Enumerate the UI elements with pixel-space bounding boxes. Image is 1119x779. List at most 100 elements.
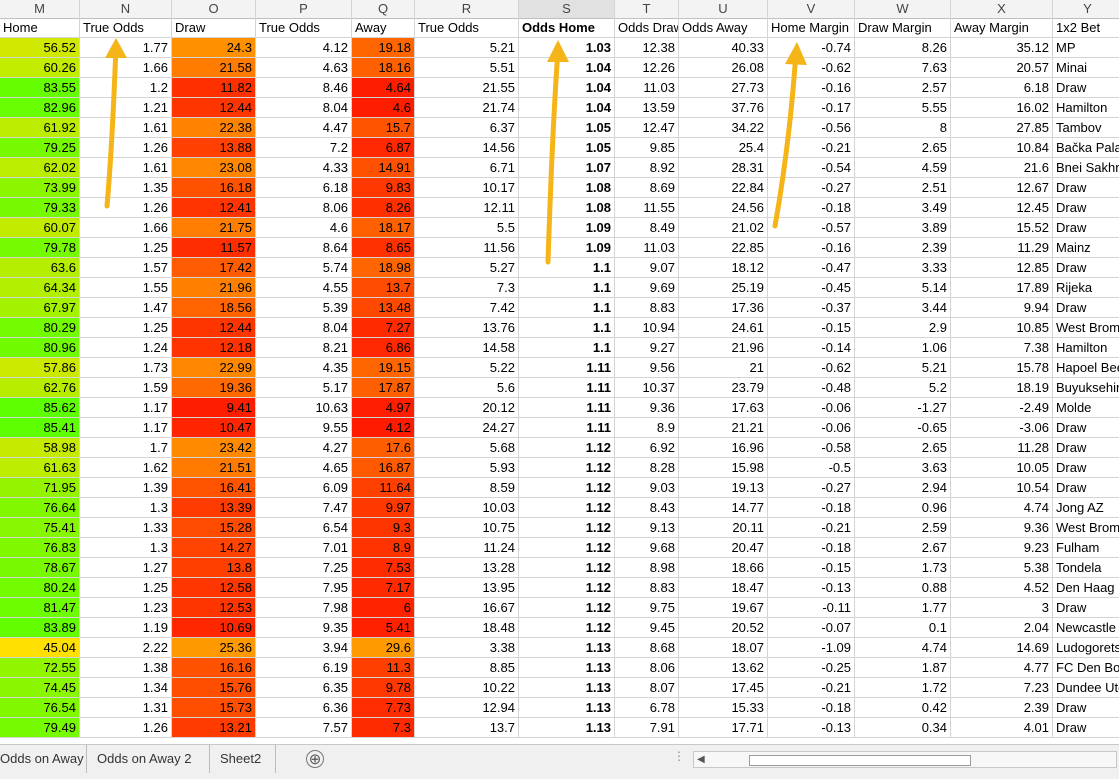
table-cell[interactable]: 9.55 [256, 418, 352, 438]
table-cell[interactable]: 1.12 [519, 578, 615, 598]
table-cell[interactable]: 73.99 [0, 178, 80, 198]
table-cell[interactable]: -0.18 [768, 698, 855, 718]
table-cell[interactable]: 7.27 [352, 318, 415, 338]
table-cell[interactable]: 9.3 [352, 518, 415, 538]
table-cell[interactable]: 6.19 [256, 658, 352, 678]
table-cell[interactable]: 23.79 [679, 378, 768, 398]
table-cell[interactable]: West Brom [1053, 518, 1119, 538]
table-cell[interactable]: 9.13 [615, 518, 679, 538]
table-cell[interactable]: 1.66 [80, 218, 172, 238]
table-cell[interactable]: 13.62 [679, 658, 768, 678]
table-cell[interactable]: 67.97 [0, 298, 80, 318]
table-cell[interactable]: 1.13 [519, 678, 615, 698]
table-cell[interactable]: 8.9 [615, 418, 679, 438]
table-cell[interactable]: Draw [1053, 478, 1119, 498]
table-cell[interactable]: 16.67 [415, 598, 519, 618]
header-cell[interactable]: Away Margin [951, 18, 1053, 38]
table-cell[interactable]: Bnei Sakhnin [1053, 158, 1119, 178]
table-cell[interactable]: 15.73 [172, 698, 256, 718]
table-cell[interactable]: 34.22 [679, 118, 768, 138]
table-cell[interactable]: 24.56 [679, 198, 768, 218]
table-cell[interactable]: 1.47 [80, 298, 172, 318]
table-cell[interactable]: -1.27 [855, 398, 951, 418]
table-cell[interactable]: 6.09 [256, 478, 352, 498]
table-cell[interactable]: 1.24 [80, 338, 172, 358]
table-cell[interactable]: 62.76 [0, 378, 80, 398]
table-cell[interactable]: 8.26 [855, 38, 951, 58]
table-cell[interactable]: 12.85 [951, 258, 1053, 278]
table-cell[interactable]: 24.3 [172, 38, 256, 58]
table-cell[interactable]: 9.27 [615, 338, 679, 358]
table-cell[interactable]: 1.13 [519, 698, 615, 718]
table-cell[interactable]: Buyuksehir [1053, 378, 1119, 398]
table-cell[interactable]: 3.33 [855, 258, 951, 278]
table-cell[interactable]: 7.3 [415, 278, 519, 298]
table-cell[interactable]: Draw [1053, 218, 1119, 238]
column-letter-s[interactable]: S [519, 0, 615, 18]
table-cell[interactable]: 29.6 [352, 638, 415, 658]
table-cell[interactable]: 1.13 [519, 638, 615, 658]
table-cell[interactable]: 15.7 [352, 118, 415, 138]
table-cell[interactable]: 74.45 [0, 678, 80, 698]
table-cell[interactable]: 6.86 [352, 338, 415, 358]
table-cell[interactable]: 1.06 [855, 338, 951, 358]
table-cell[interactable]: 75.41 [0, 518, 80, 538]
table-cell[interactable]: 21.51 [172, 458, 256, 478]
table-cell[interactable]: 1.1 [519, 298, 615, 318]
table-cell[interactable]: 10.69 [172, 618, 256, 638]
table-cell[interactable]: 1.31 [80, 698, 172, 718]
table-cell[interactable]: 11.3 [352, 658, 415, 678]
table-cell[interactable]: 14.69 [951, 638, 1053, 658]
table-cell[interactable]: 15.33 [679, 698, 768, 718]
table-cell[interactable]: 13.59 [615, 98, 679, 118]
table-cell[interactable]: 25.4 [679, 138, 768, 158]
table-cell[interactable]: 5.6 [415, 378, 519, 398]
column-letter-w[interactable]: W [855, 0, 951, 18]
tab-splitter-icon[interactable]: ⋮ [673, 749, 686, 763]
table-cell[interactable]: 0.42 [855, 698, 951, 718]
table-cell[interactable]: 8.92 [615, 158, 679, 178]
table-cell[interactable]: 0.1 [855, 618, 951, 638]
table-cell[interactable]: 85.62 [0, 398, 80, 418]
table-cell[interactable]: Draw [1053, 718, 1119, 738]
table-cell[interactable]: Draw [1053, 298, 1119, 318]
table-cell[interactable]: 9.45 [615, 618, 679, 638]
table-cell[interactable]: 1.13 [519, 718, 615, 738]
table-cell[interactable]: 15.76 [172, 678, 256, 698]
table-cell[interactable]: Molde [1053, 398, 1119, 418]
table-cell[interactable]: 4.6 [352, 98, 415, 118]
table-cell[interactable]: -0.06 [768, 418, 855, 438]
header-cell[interactable]: Odds Home [519, 18, 615, 38]
table-cell[interactable]: 1.21 [80, 98, 172, 118]
table-cell[interactable]: 2.39 [855, 238, 951, 258]
table-cell[interactable]: 37.76 [679, 98, 768, 118]
table-cell[interactable]: 8.26 [352, 198, 415, 218]
table-cell[interactable]: 1.11 [519, 398, 615, 418]
table-cell[interactable]: 7.95 [256, 578, 352, 598]
table-cell[interactable]: 1.12 [519, 438, 615, 458]
table-cell[interactable]: 1.12 [519, 518, 615, 538]
table-cell[interactable]: 6 [352, 598, 415, 618]
table-cell[interactable]: 6.18 [256, 178, 352, 198]
table-cell[interactable]: 17.87 [352, 378, 415, 398]
table-cell[interactable]: 8 [855, 118, 951, 138]
table-cell[interactable]: 14.58 [415, 338, 519, 358]
table-cell[interactable]: 9.94 [951, 298, 1053, 318]
header-cell[interactable]: 1x2 Bet [1053, 18, 1119, 38]
table-cell[interactable]: 7.57 [256, 718, 352, 738]
table-cell[interactable]: 1.39 [80, 478, 172, 498]
column-letter-m[interactable]: M [0, 0, 80, 18]
table-cell[interactable]: -0.11 [768, 598, 855, 618]
table-cell[interactable]: 18.16 [352, 58, 415, 78]
table-cell[interactable]: 1.17 [80, 398, 172, 418]
table-cell[interactable]: 3.63 [855, 458, 951, 478]
table-cell[interactable]: 58.98 [0, 438, 80, 458]
table-cell[interactable]: 1.73 [80, 358, 172, 378]
table-cell[interactable]: West Brom [1053, 318, 1119, 338]
table-cell[interactable]: -0.5 [768, 458, 855, 478]
table-cell[interactable]: 24.27 [415, 418, 519, 438]
table-cell[interactable]: Draw [1053, 418, 1119, 438]
table-cell[interactable]: 22.85 [679, 238, 768, 258]
table-cell[interactable]: 9.07 [615, 258, 679, 278]
table-cell[interactable]: 12.94 [415, 698, 519, 718]
